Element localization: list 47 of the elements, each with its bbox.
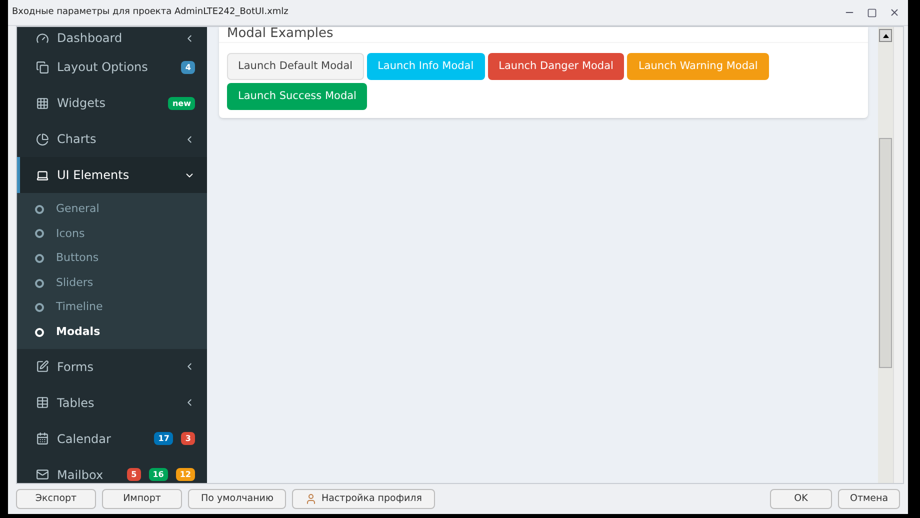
window-title: Входные параметры для проекта AdminLTE242_BotUI.xmlz (12, 6, 290, 19)
count-badge: 12 (176, 468, 195, 482)
submenu-item[interactable]: Timeline (17, 295, 207, 320)
launch-button[interactable]: Launch Default Modal (227, 53, 364, 80)
maximize-icon[interactable] (867, 8, 877, 18)
launch-button[interactable]: Launch Danger Modal (488, 53, 624, 80)
calendar-icon (36, 432, 49, 446)
scroll-thumb[interactable] (879, 138, 892, 368)
gauge-icon (36, 32, 49, 44)
count-badge: 5 (127, 468, 141, 482)
count-badge: new (168, 96, 195, 110)
dialog-button[interactable]: OK (770, 489, 832, 509)
count-badge: 4 (181, 60, 195, 74)
submenu-item[interactable]: Sliders (17, 270, 207, 296)
close-icon[interactable] (889, 7, 900, 18)
sidebar-item[interactable]: Forms (17, 348, 207, 385)
submenu-item[interactable]: Icons (17, 222, 207, 246)
mail-icon (36, 468, 49, 482)
pie-chart-icon (36, 132, 49, 146)
copy-icon (36, 60, 49, 74)
edit-icon (36, 360, 49, 374)
dialog-button[interactable]: Отмена (838, 489, 900, 509)
sidebar-item[interactable]: Dashboard (17, 27, 207, 49)
laptop-icon (36, 168, 49, 182)
footer-button[interactable]: По умолчанию (188, 489, 286, 509)
sidebar-item[interactable]: Tables (17, 384, 207, 421)
profile-settings-button[interactable]: Настройка профиля (292, 489, 435, 509)
table-icon (36, 396, 49, 410)
scrollbar[interactable] (878, 27, 893, 483)
card-title: Modal Examples (219, 27, 868, 43)
submenu-item[interactable]: Modals (17, 320, 207, 345)
sidebar-item[interactable]: Calendar 17 3 (17, 420, 207, 457)
count-badge: 3 (181, 432, 195, 446)
sidebar-item[interactable]: Widgets new (17, 85, 207, 121)
scroll-up-icon[interactable] (879, 29, 892, 42)
submenu-item[interactable]: Buttons (17, 246, 207, 271)
sidebar-item[interactable]: UI Elements (17, 157, 207, 193)
count-badge: 17 (154, 432, 174, 446)
count-badge: 16 (148, 468, 168, 482)
sidebar-item[interactable]: Charts (17, 121, 207, 157)
sidebar-item[interactable]: Mailbox 5 16 12 (17, 456, 207, 483)
footer-button[interactable]: Импорт (102, 489, 182, 509)
person-icon (305, 493, 318, 505)
footer-button[interactable]: Экспорт (16, 489, 96, 509)
grid-icon (36, 96, 49, 110)
sidebar-item[interactable]: Layout Options 4 (17, 49, 207, 85)
submenu-item[interactable]: General (17, 197, 207, 222)
